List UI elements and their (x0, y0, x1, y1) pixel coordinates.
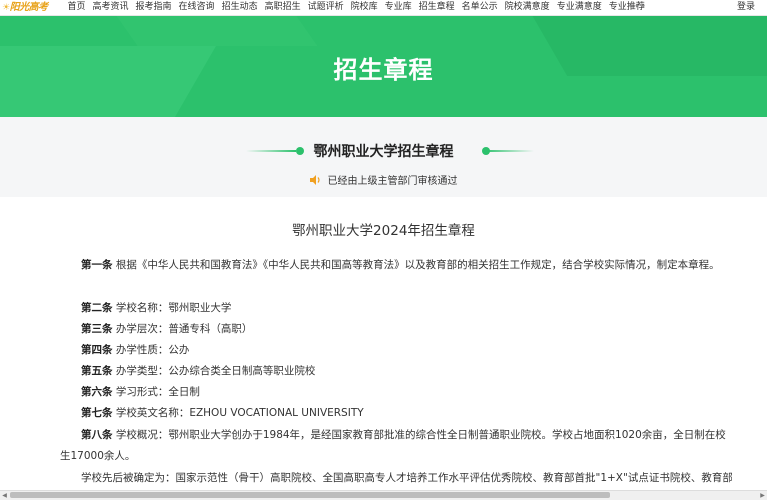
nav-item-majors[interactable]: 专业库 (381, 0, 415, 15)
nav-item-lists[interactable]: 名单公示 (458, 0, 501, 15)
sun-icon: ☀ (2, 3, 10, 13)
nav-item-schools[interactable]: 院校库 (347, 0, 381, 15)
nav-item-news[interactable]: 高考资讯 (89, 0, 132, 15)
scroll-right-icon[interactable]: ▶ (758, 491, 767, 500)
nav-list: 首页 高考资讯 报考指南 在线咨询 招生动态 高职招生 试题评析 院校库 专业库… (64, 0, 648, 15)
nav-item-major-satisfaction[interactable]: 专业满意度 (553, 0, 605, 15)
scrollbar-thumb[interactable] (10, 492, 610, 498)
nav-item-exam-review[interactable]: 试题评析 (304, 0, 347, 15)
school-header: 鄂州职业大学招生章程 已经由上级主管部门审核通过 (0, 117, 767, 197)
approval-notice: 已经由上级主管部门审核通过 (0, 172, 767, 187)
nav-item-charter[interactable]: 招生章程 (415, 0, 458, 15)
article-paragraph: 第一条 根据《中华人民共和国教育法》《中华人民共和国高等教育法》以及教育部的相关… (81, 259, 720, 271)
nav-item-vocational[interactable]: 高职招生 (261, 0, 304, 15)
article-paragraph: 第五条 办学类型：公办综合类全日制高等职业院校 (81, 365, 316, 377)
banner-title: 招生章程 (333, 56, 434, 84)
nav-item-dynamics[interactable]: 招生动态 (218, 0, 261, 15)
article-paragraph: 第八条 学校概况：鄂州职业大学创办于1984年，是经国家教育部批准的综合性全日制… (60, 429, 726, 462)
more-icon[interactable]: ••• (628, 0, 647, 15)
nav-item-school-satisfaction[interactable]: 院校满意度 (501, 0, 553, 15)
nav-item-home[interactable]: 首页 (64, 0, 89, 15)
scroll-left-icon[interactable]: ◀ (0, 491, 9, 500)
article-paragraph: 第三条 办学层次：普通专科（高职） (81, 323, 253, 335)
article-paragraph: 第二条 学校名称：鄂州职业大学 (81, 302, 232, 314)
horizontal-scrollbar[interactable]: ◀ ▶ (0, 490, 767, 500)
article-paragraph: 第六条 学习形式：全日制 (81, 386, 200, 398)
top-nav: ☀阳光高考 首页 高考资讯 报考指南 在线咨询 招生动态 高职招生 试题评析 院… (0, 0, 767, 16)
decor-line-right (484, 150, 534, 152)
login-link[interactable]: 登录 (737, 0, 755, 15)
school-title: 鄂州职业大学招生章程 (313, 144, 454, 160)
article-paragraph: 第四条 办学性质：公办 (81, 344, 190, 356)
nav-item-consult[interactable]: 在线咨询 (175, 0, 218, 15)
article-paragraph: 学校先后被确定为：国家示范性（骨干）高职院校、全国高职高专人才培养工作水平评估优… (81, 472, 732, 484)
site-logo[interactable]: ☀阳光高考 (2, 0, 48, 15)
nav-item-guide[interactable]: 报考指南 (132, 0, 175, 15)
article-title: 鄂州职业大学2024年招生章程 (292, 223, 475, 239)
page-banner: 招生章程 (0, 16, 767, 117)
speaker-icon (309, 175, 320, 185)
article-paragraph: 第七条 学校英文名称：EZHOU VOCATIONAL UNIVERSITY (81, 407, 364, 419)
